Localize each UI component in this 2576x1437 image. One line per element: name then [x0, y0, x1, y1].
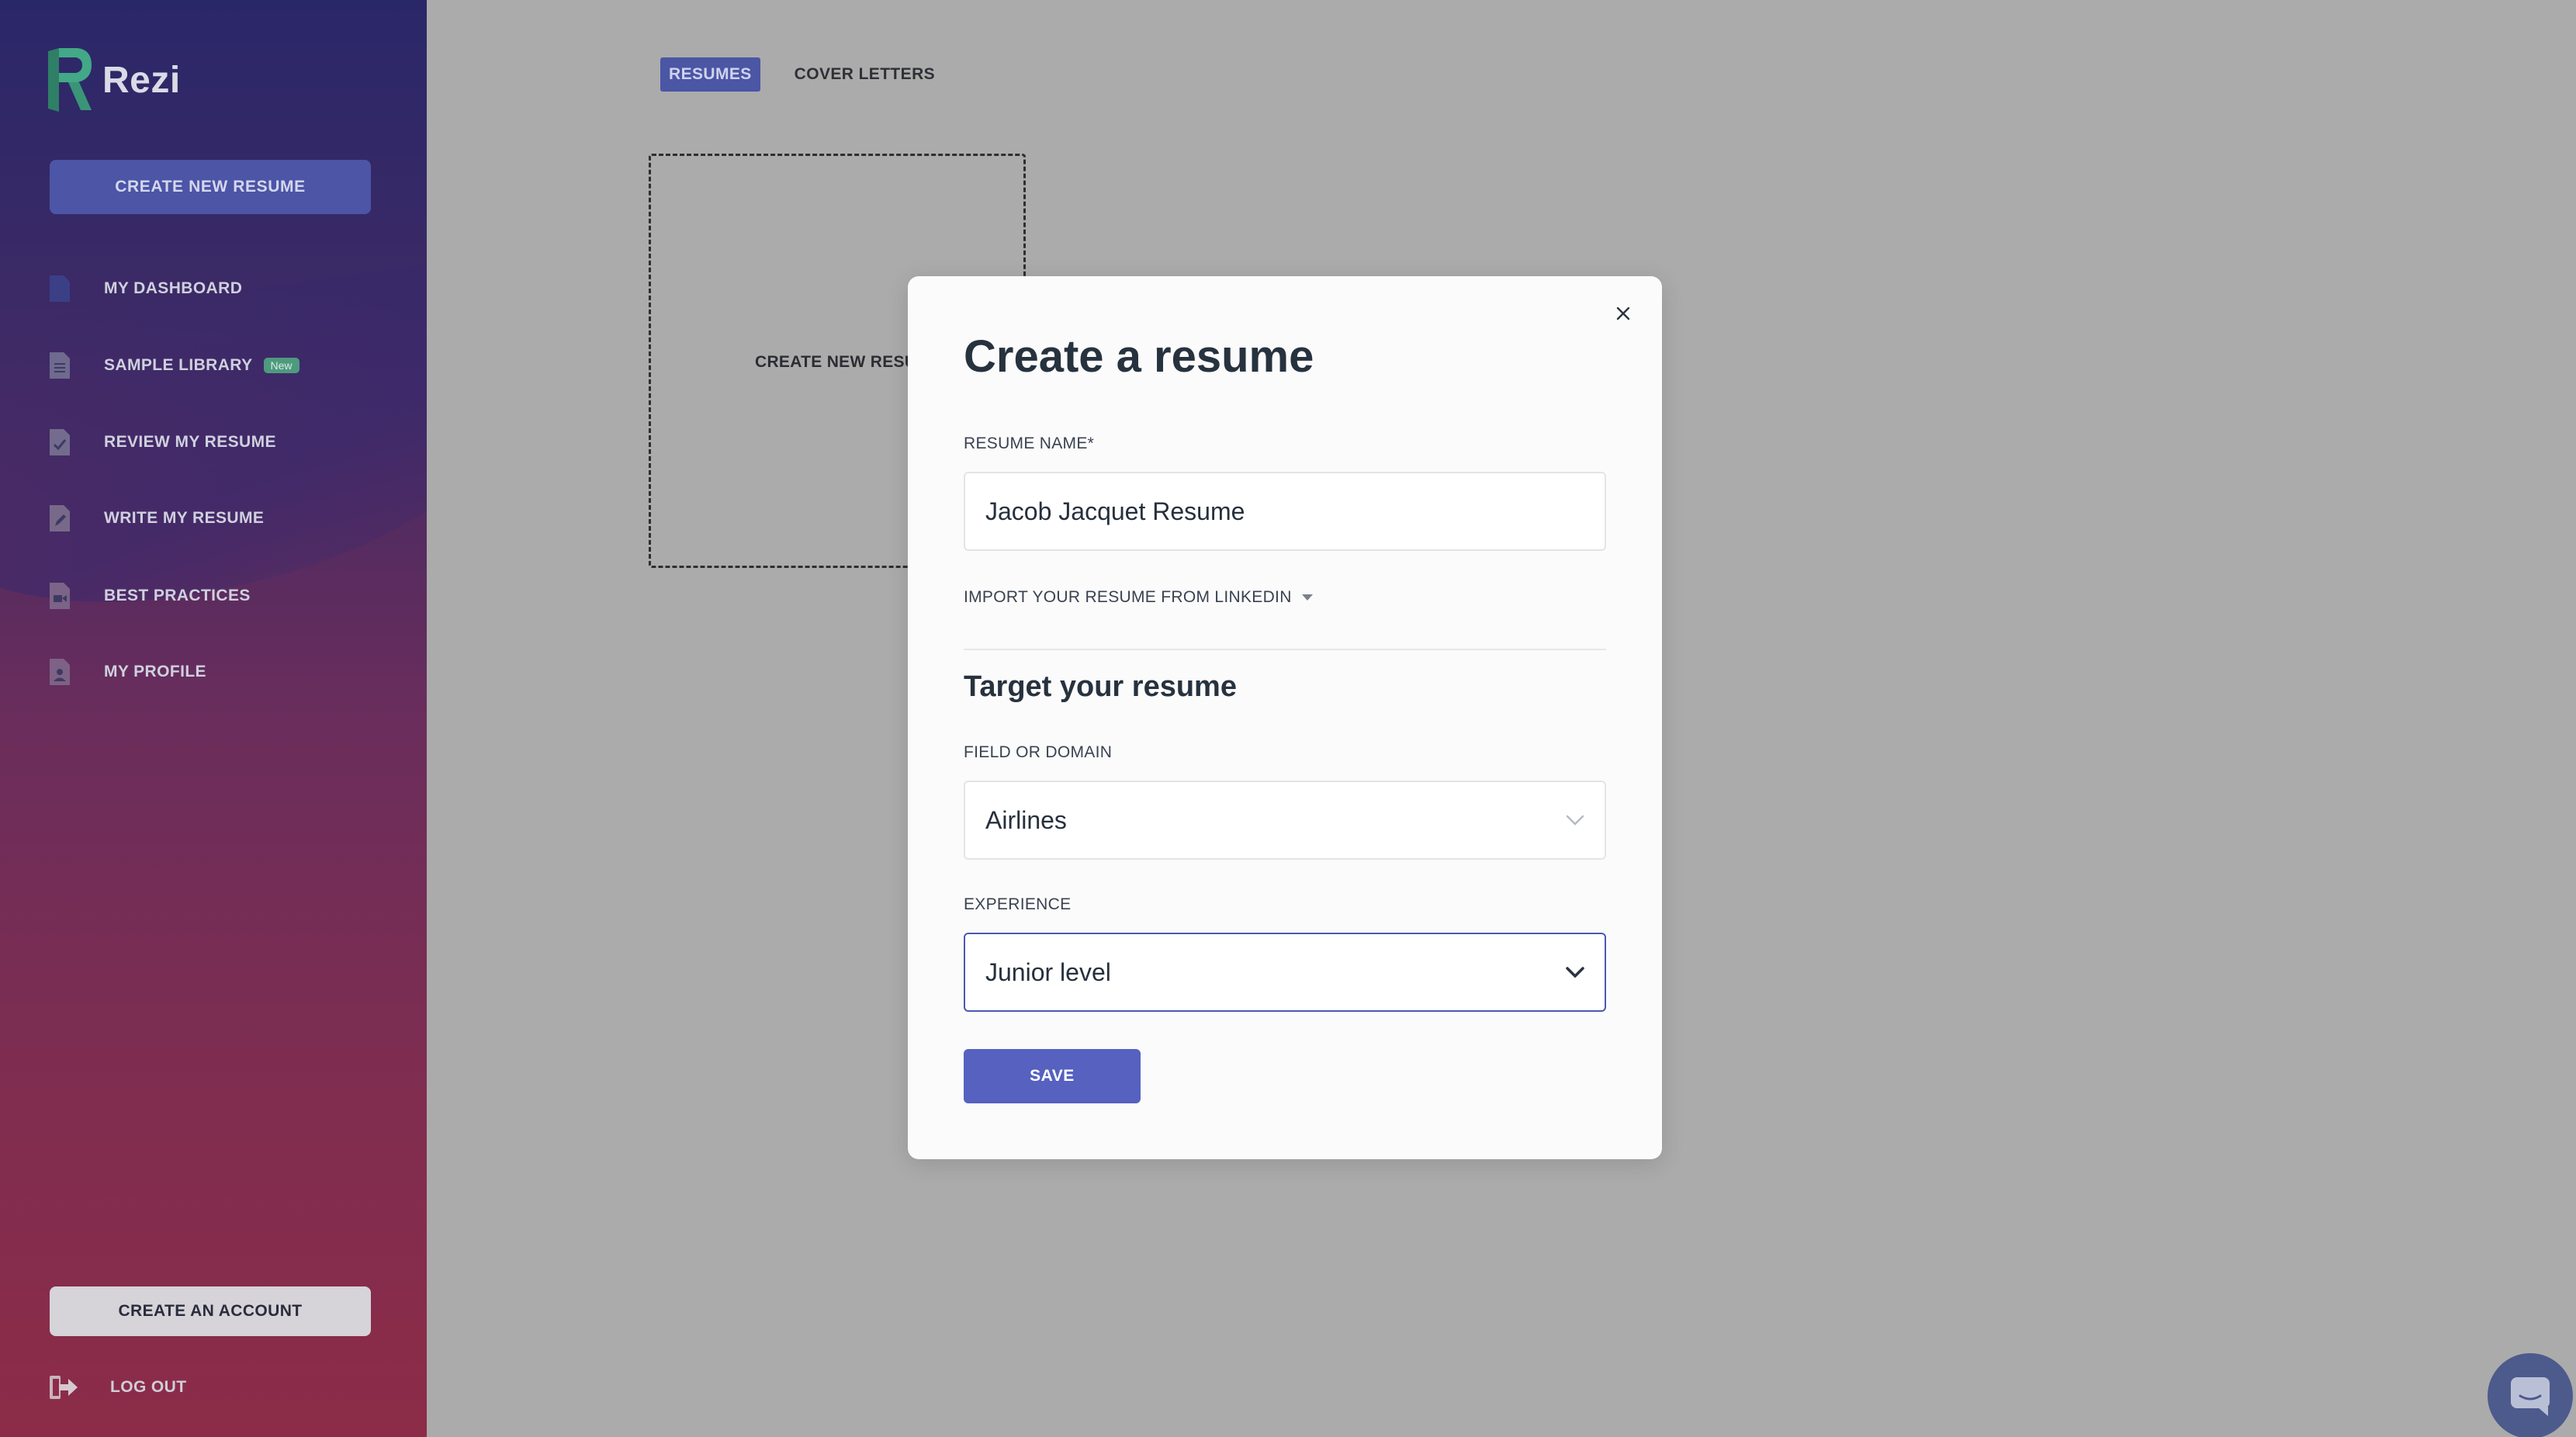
create-resume-modal: Create a resume RESUME NAME* IMPORT YOUR… [908, 276, 1662, 1159]
new-badge: New [263, 358, 299, 373]
sidebar-item-write-my-resume[interactable]: WRITE MY RESUME [50, 501, 264, 535]
document-pencil-icon [50, 505, 70, 532]
sidebar-item-label: MY PROFILE [104, 663, 206, 680]
field-domain-value: Airlines [985, 805, 1067, 834]
document-check-icon [50, 429, 70, 455]
logout-label: LOG OUT [110, 1378, 187, 1396]
document-tabs: RESUMES COVER LETTERS [660, 57, 935, 92]
sidebar-item-my-dashboard[interactable]: MY DASHBOARD [50, 272, 242, 306]
rezi-logo-icon [48, 48, 92, 112]
sidebar-item-label: SAMPLE LIBRARY [104, 356, 253, 374]
chat-icon [2511, 1377, 2550, 1416]
resume-name-label: RESUME NAME* [964, 435, 1095, 452]
chevron-down-icon [1566, 967, 1584, 978]
sidebar-item-label: WRITE MY RESUME [104, 509, 265, 527]
modal-title: Create a resume [964, 331, 1314, 382]
experience-select[interactable]: Junior level [964, 933, 1606, 1012]
sidebar-item-label: MY DASHBOARD [104, 279, 243, 297]
save-button[interactable]: SAVE [964, 1049, 1141, 1103]
sidebar-item-sample-library[interactable]: SAMPLE LIBRARY New [50, 348, 299, 383]
target-section-title: Target your resume [964, 670, 1237, 703]
create-account-button[interactable]: CREATE AN ACCOUNT [50, 1286, 371, 1336]
experience-value: Junior level [985, 957, 1111, 986]
tab-cover-letters[interactable]: COVER LETTERS [795, 65, 935, 84]
document-user-icon [50, 659, 70, 685]
sidebar-item-review-my-resume[interactable]: REVIEW MY RESUME [50, 425, 276, 459]
document-list-icon [50, 352, 70, 379]
document-icon [50, 275, 70, 302]
tab-resumes[interactable]: RESUMES [660, 57, 760, 92]
field-domain-label: FIELD OR DOMAIN [964, 743, 1113, 761]
experience-label: EXPERIENCE [964, 895, 1072, 913]
import-linkedin-toggle[interactable]: IMPORT YOUR RESUME FROM LINKEDIN [964, 588, 1314, 607]
resume-name-input[interactable] [964, 472, 1606, 551]
sidebar-item-my-profile[interactable]: MY PROFILE [50, 655, 206, 689]
chat-launcher-button[interactable] [2488, 1353, 2573, 1437]
logo-text: Rezi [102, 59, 181, 101]
field-domain-select[interactable]: Airlines [964, 781, 1606, 860]
sidebar-item-label: BEST PRACTICES [104, 587, 251, 604]
caret-down-icon [1301, 594, 1313, 601]
logo[interactable]: Rezi [48, 48, 181, 112]
sidebar: Rezi CREATE NEW RESUME MY DASHBOARD SAMP… [0, 0, 427, 1437]
logout-icon [50, 1376, 78, 1399]
divider [964, 649, 1606, 650]
import-linkedin-label: IMPORT YOUR RESUME FROM LINKEDIN [964, 588, 1292, 606]
sidebar-item-label: REVIEW MY RESUME [104, 433, 276, 451]
close-button[interactable] [1608, 298, 1639, 329]
logout-link[interactable]: LOG OUT [50, 1372, 186, 1403]
close-icon [1616, 306, 1630, 320]
chevron-down-icon [1566, 815, 1584, 826]
sidebar-item-best-practices[interactable]: BEST PRACTICES [50, 579, 251, 613]
document-video-icon [50, 583, 70, 609]
create-new-resume-button[interactable]: CREATE NEW RESUME [50, 160, 371, 214]
